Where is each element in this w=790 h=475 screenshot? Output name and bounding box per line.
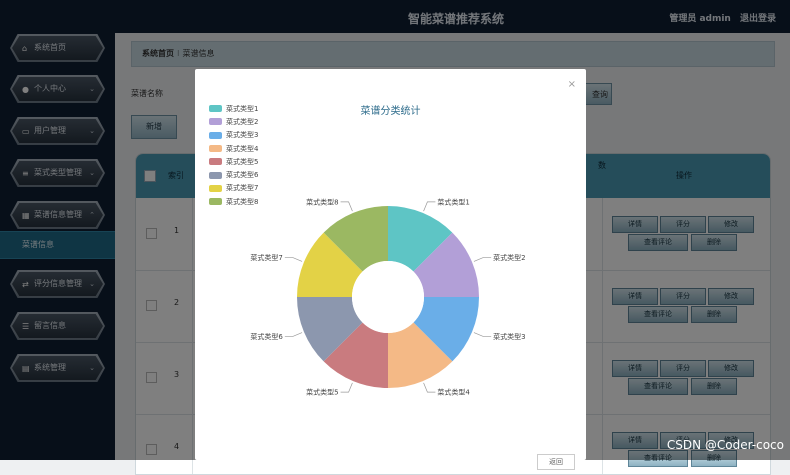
slice-label: 菜式类型3: [493, 332, 525, 341]
chart-modal: × 菜谱分类统计 菜式类型1 菜式类型2 菜式类型3 菜式类型4 菜式类型5 菜式类型6 菜…: [195, 69, 586, 470]
label-leader-line: [423, 382, 436, 393]
label-leader-line: [473, 332, 492, 337]
modal-button[interactable]: 返回: [537, 454, 575, 470]
donut-hole: [352, 261, 424, 333]
slice-label: 菜式类型8: [306, 197, 338, 206]
slice-label: 菜式类型5: [306, 388, 338, 397]
slice-label: 菜式类型6: [250, 332, 283, 341]
label-leader-line: [423, 201, 436, 212]
label-leader-line: [284, 332, 303, 337]
label-leader-line: [473, 257, 492, 262]
slice-label: 菜式类型4: [437, 388, 470, 397]
watermark: CSDN @Coder-coco: [666, 438, 784, 452]
slice-label: 菜式类型2: [493, 253, 525, 262]
label-leader-line: [284, 257, 303, 262]
label-leader-line: [340, 382, 353, 393]
slice-label: 菜式类型1: [437, 197, 469, 206]
pie-chart: 菜式类型1 菜式类型2 菜式类型3 菜式类型4 菜式类型5 菜式类型6 菜式类型7 菜式类型8: [250, 197, 525, 397]
slice-label: 菜式类型7: [250, 253, 282, 262]
label-leader-line: [340, 201, 353, 212]
